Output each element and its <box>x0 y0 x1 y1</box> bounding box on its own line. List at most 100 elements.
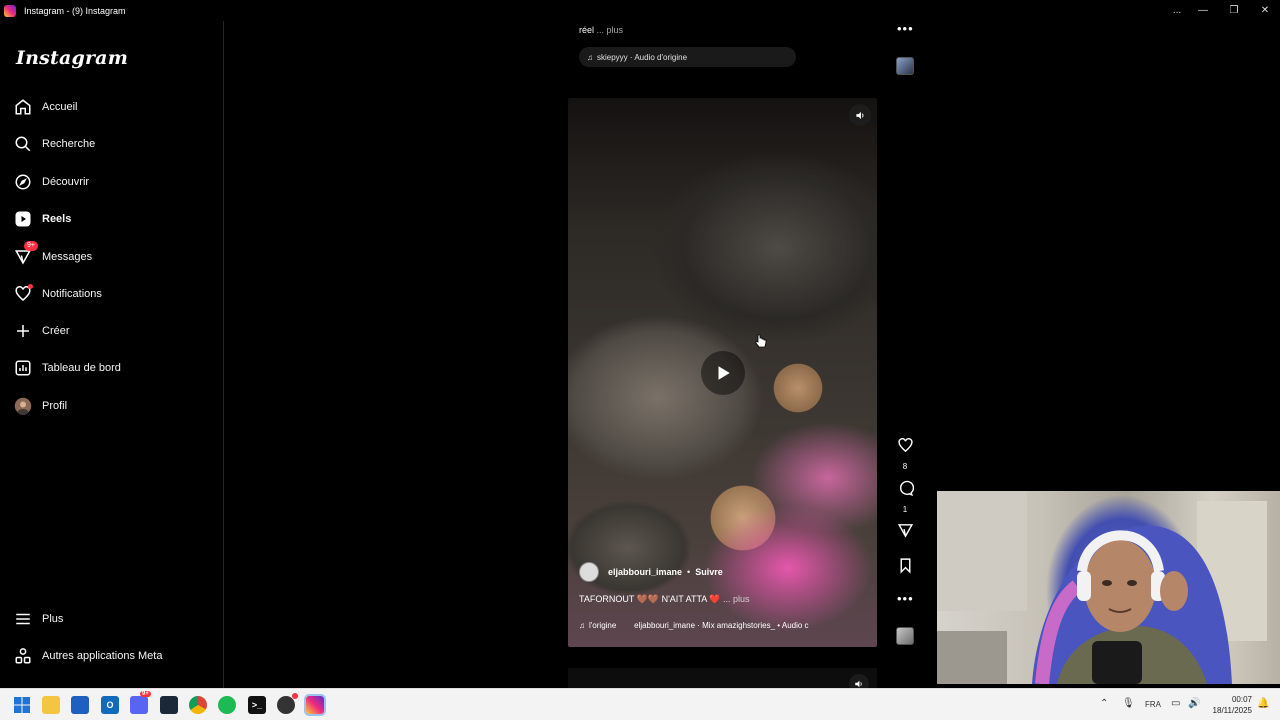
file-explorer-icon[interactable] <box>42 696 60 714</box>
plus-icon <box>14 322 32 340</box>
discord-icon[interactable]: 9+ <box>130 691 151 714</box>
reel-audio-label: l'origine eljabbouri_imane · Mix amazigh… <box>589 621 809 630</box>
close-button[interactable]: ✕ <box>1250 0 1280 21</box>
like-action[interactable]: 8 <box>894 437 916 471</box>
instagram-app-icon <box>4 4 16 17</box>
maximize-button[interactable]: ❐ <box>1219 0 1249 21</box>
tray-overflow-icon[interactable]: ⌃ <box>1100 698 1108 709</box>
author-avatar[interactable] <box>579 562 599 582</box>
system-clock[interactable]: 00:07 18/11/2025 <box>1213 694 1252 716</box>
minimize-button[interactable]: — <box>1188 0 1218 21</box>
sidebar-item-meta-apps[interactable]: Autres applications Meta <box>14 641 210 671</box>
share-action[interactable] <box>894 522 916 544</box>
sidebar-item-profil[interactable]: Profil <box>14 391 210 421</box>
windows-start-icon[interactable] <box>13 696 31 714</box>
spotify-icon[interactable] <box>218 696 236 714</box>
reel-audio-thumbnail[interactable] <box>896 627 914 645</box>
sidebar-item-tableau-de-bord[interactable]: Tableau de bord <box>14 353 210 383</box>
sidebar-item-creer[interactable]: Créer <box>14 316 210 346</box>
prev-post-audio[interactable]: ♫ skiepyyy · Audio d'origine <box>579 47 796 67</box>
mouse-cursor-hand-icon <box>755 334 767 353</box>
sidebar-item-label: Reels <box>42 213 72 225</box>
instagram-logo[interactable]: Instagram <box>16 47 128 69</box>
steam-icon[interactable] <box>160 696 178 714</box>
sidebar-item-label: Notifications <box>42 288 102 300</box>
window-titlebar: Instagram - (9) Instagram ... — ❐ ✕ <box>0 0 1280 21</box>
music-note-icon: ♫ <box>579 621 585 630</box>
sidebar-item-label: Recherche <box>42 138 96 150</box>
reel-more-options-icon[interactable]: ••• <box>897 591 914 606</box>
music-note-icon: ♫ <box>587 52 593 62</box>
chrome-icon[interactable] <box>189 696 207 714</box>
follow-button[interactable]: Suivre <box>695 567 723 577</box>
comment-count: 1 <box>902 505 908 514</box>
heart-icon <box>14 284 33 303</box>
window-title: Instagram - (9) Instagram <box>24 5 126 16</box>
comment-icon[interactable] <box>897 480 914 502</box>
sidebar-item-label: Profil <box>42 400 68 412</box>
discord-badge: 9+ <box>140 691 151 697</box>
notification-bell-icon[interactable]: 🔔 <box>1257 698 1269 709</box>
webcam-overlay <box>937 491 1280 684</box>
sidebar-item-messages[interactable]: 9+ Messages <box>14 241 210 272</box>
sidebar-item-recherche[interactable]: Recherche <box>14 129 210 159</box>
search-icon <box>14 135 32 153</box>
sidebar-item-decouvrir[interactable]: Découvrir <box>14 167 210 197</box>
separator-dot: • <box>687 567 691 577</box>
reels-icon <box>14 210 32 228</box>
prev-caption-more[interactable]: ... plus <box>597 25 624 35</box>
terminal-icon[interactable]: >_ <box>248 696 266 714</box>
sidebar-item-label: Messages <box>42 251 93 263</box>
obs-notification-dot <box>292 693 298 699</box>
sidebar-item-label: Découvrir <box>42 176 90 188</box>
prev-audio-thumbnail[interactable] <box>896 57 914 75</box>
sidebar-item-reels[interactable]: Reels <box>14 204 210 234</box>
prev-post-caption: réel ... plus <box>579 25 623 35</box>
clock-time: 00:07 <box>1231 695 1252 704</box>
microsoft-store-icon[interactable] <box>71 696 89 714</box>
speaker-icon[interactable] <box>849 104 871 126</box>
sidebar-item-label: Plus <box>42 613 64 625</box>
clock-date: 18/11/2025 <box>1212 706 1252 715</box>
messenger-icon: 9+ <box>14 241 38 266</box>
microphone-icon[interactable]: 🎙 <box>1122 698 1135 709</box>
heart-icon[interactable] <box>897 437 914 459</box>
author-username[interactable]: eljabbouri_imane <box>608 567 682 577</box>
comment-action[interactable]: 1 <box>894 480 916 514</box>
windows-taskbar: O 9+ >_ ⌃ 🎙 FRA ▭ 🔊 00:07 18/11/2025 🔔 <box>0 688 1280 720</box>
compass-icon <box>14 173 32 191</box>
prev-caption-text: réel <box>579 25 595 35</box>
reel-caption-text: TAFORNOUT 🤎🤎 N'AIT ATTA ❤️ <box>579 594 721 604</box>
avatar-icon <box>14 397 32 415</box>
sidebar: Instagram Accueil Recherche Découvrir Re… <box>0 21 224 688</box>
volume-icon[interactable]: 🔊 <box>1188 698 1200 709</box>
reel-audio[interactable]: ♫ l'origine eljabbouri_imane · Mix amazi… <box>579 621 869 630</box>
language-indicator[interactable]: FRA <box>1145 700 1161 709</box>
instagram-taskbar-icon[interactable] <box>304 694 326 716</box>
webcam-person-image <box>937 491 1267 684</box>
sidebar-item-plus[interactable]: Plus <box>14 604 210 634</box>
sidebar-item-notifications[interactable]: Notifications <box>14 279 210 309</box>
like-count: 8 <box>902 462 908 471</box>
reel-video[interactable]: eljabbouri_imane • Suivre TAFORNOUT 🤎🤎 N… <box>568 98 877 647</box>
sidebar-item-accueil[interactable]: Accueil <box>14 92 210 122</box>
reel-caption-more[interactable]: ... plus <box>723 594 750 604</box>
network-icon[interactable]: ▭ <box>1171 698 1180 709</box>
sidebar-item-label: Tableau de bord <box>42 362 121 374</box>
save-action[interactable] <box>894 557 916 579</box>
reel-author: eljabbouri_imane • Suivre <box>579 562 723 582</box>
share-icon[interactable] <box>897 522 914 544</box>
play-icon[interactable] <box>701 351 745 395</box>
home-icon <box>14 98 32 116</box>
prev-post-more-options-icon[interactable]: ••• <box>897 21 914 36</box>
prev-audio-label: skiepyyy · Audio d'origine <box>597 52 688 62</box>
next-reel-video[interactable] <box>568 668 877 694</box>
sidebar-item-label: Accueil <box>42 101 78 113</box>
bookmark-icon[interactable] <box>898 557 913 579</box>
dashboard-icon <box>14 359 32 377</box>
meta-apps-icon <box>14 647 32 665</box>
obs-icon[interactable] <box>277 693 298 714</box>
outlook-icon[interactable]: O <box>101 696 119 714</box>
notification-dot <box>28 284 33 289</box>
sidebar-item-label: Créer <box>42 325 70 337</box>
